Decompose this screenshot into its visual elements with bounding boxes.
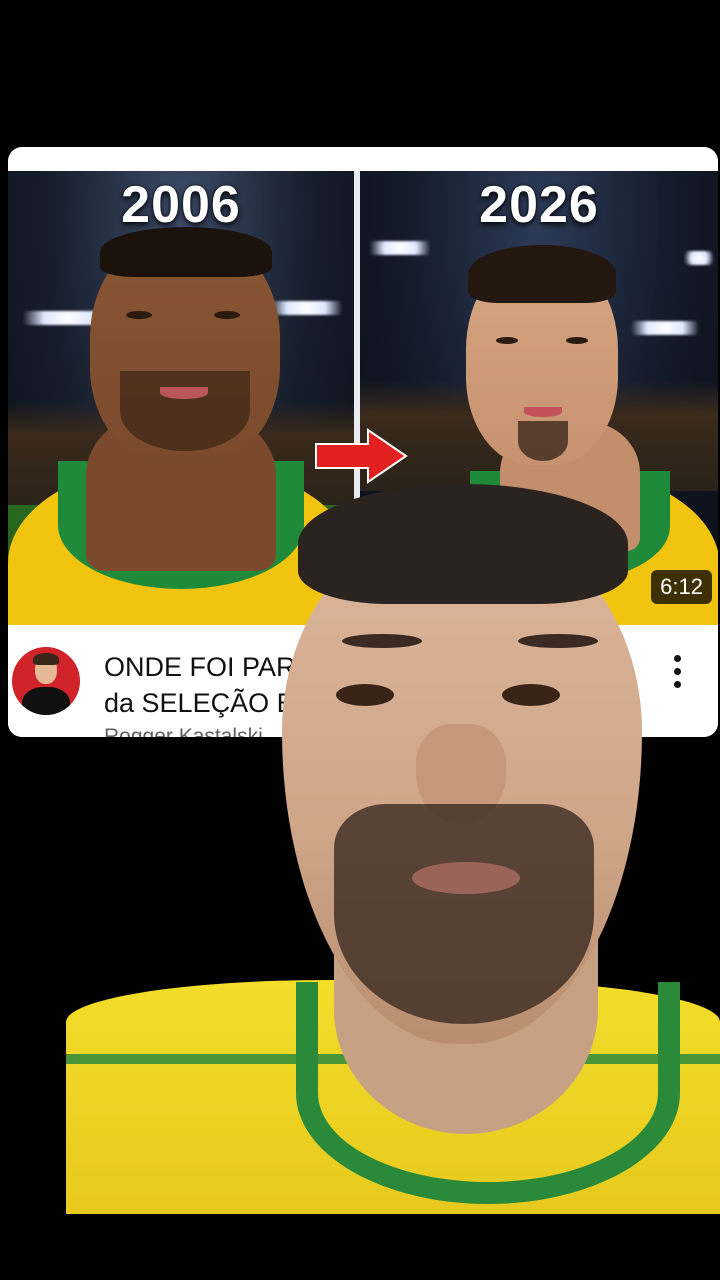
mouth (412, 862, 520, 894)
beard (334, 804, 594, 1024)
eye-left (336, 684, 394, 706)
eyebrow-right (518, 634, 598, 648)
webcam-overlay (66, 484, 720, 1214)
eye-right (502, 684, 560, 706)
hair (298, 484, 628, 604)
arrow-right-icon (315, 428, 408, 484)
eyebrow-left (342, 634, 422, 648)
